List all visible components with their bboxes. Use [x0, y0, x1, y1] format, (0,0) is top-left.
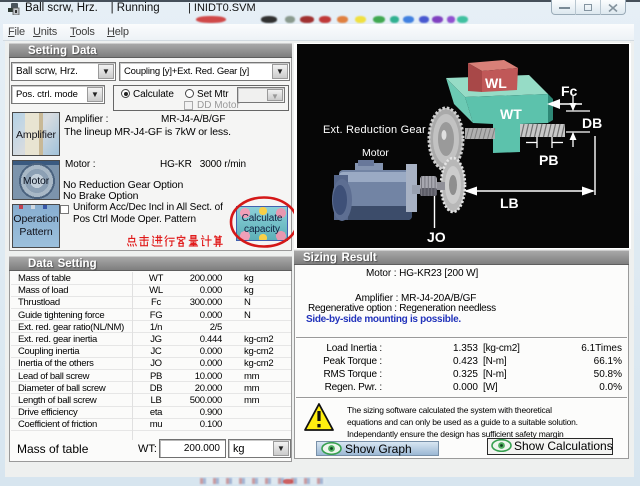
svg-text:JO: JO	[427, 229, 446, 245]
svg-text:Ext. Reduction Gear: Ext. Reduction Gear	[323, 124, 426, 136]
svg-text:Motor: Motor	[362, 147, 389, 159]
svg-text:DB: DB	[582, 115, 602, 131]
svg-text:PB: PB	[539, 152, 558, 168]
svg-text:LB: LB	[500, 195, 519, 211]
svg-text:Fc: Fc	[561, 83, 578, 99]
svg-text:WL: WL	[485, 75, 507, 91]
svg-text:WT: WT	[500, 106, 522, 122]
